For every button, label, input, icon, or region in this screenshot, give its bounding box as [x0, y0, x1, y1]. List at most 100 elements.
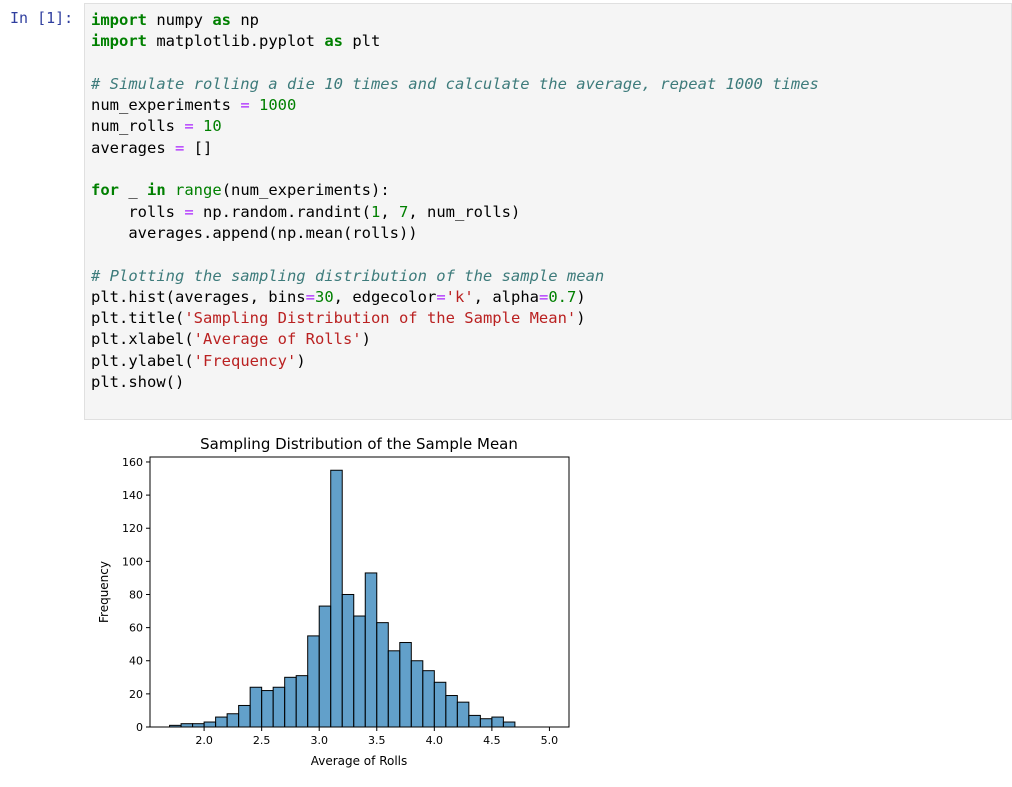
- code-token: 10: [193, 117, 222, 136]
- y-tick-label: 60: [129, 622, 143, 635]
- chart-title: Sampling Distribution of the Sample Mean: [200, 435, 518, 453]
- histogram-bar: [445, 695, 458, 728]
- code-token: =: [184, 202, 194, 221]
- code-token: =: [305, 287, 315, 306]
- code-token: as: [212, 11, 231, 29]
- histogram-bar: [284, 676, 297, 728]
- histogram-bar: [272, 686, 286, 728]
- code-token: as: [324, 32, 343, 51]
- y-tick-label: 0: [136, 721, 143, 734]
- code-cell[interactable]: import numpy as np import matplotlib.pyp…: [84, 3, 1012, 420]
- code-token: num_experiments: [91, 96, 241, 115]
- code-token: []: [184, 138, 213, 157]
- x-tick-label: 3.0: [310, 734, 328, 747]
- histogram-bar: [456, 701, 470, 728]
- x-axis-label: Average of Rolls: [311, 754, 408, 768]
- y-tick-label: 80: [129, 588, 143, 601]
- code-token: matplotlib.pyplot: [147, 32, 325, 51]
- code-token: , num_rolls): [408, 202, 521, 221]
- histogram-bar: [399, 642, 412, 728]
- code-token: rolls: [91, 202, 185, 221]
- code-token: , alpha: [473, 287, 539, 306]
- code-token: in: [147, 181, 166, 200]
- histogram-bar: [364, 572, 378, 728]
- histogram-bar: [261, 690, 274, 728]
- code-token: plt: [342, 32, 381, 51]
- code-token: averages.append(np.mean(rolls)): [91, 223, 418, 242]
- code-editor[interactable]: import numpy as np import matplotlib.pyp…: [91, 10, 819, 393]
- code-token: =: [175, 138, 185, 157]
- code-token: plt.hist(averages, bins: [91, 287, 306, 306]
- histogram-bar: [226, 713, 240, 728]
- histogram-bar: [479, 718, 493, 728]
- cell-output: Sampling Distribution of the Sample Mean…: [90, 428, 590, 783]
- code-token: ): [296, 351, 306, 370]
- code-token: (num_experiments):: [221, 181, 390, 200]
- code-token: plt.ylabel(: [91, 351, 194, 370]
- x-tick-label: 2.5: [253, 734, 271, 747]
- y-ticks: 0 20 40 60 80 100 120 140 160: [122, 456, 150, 734]
- histogram-bar: [203, 721, 217, 728]
- histogram-bar: [341, 593, 355, 728]
- histogram-bar: [491, 716, 504, 728]
- code-token: ): [361, 330, 371, 349]
- histogram-bar: [318, 605, 332, 728]
- y-tick-label: 40: [129, 655, 143, 668]
- code-token: 0.7: [548, 287, 577, 306]
- histogram-bar: [249, 686, 263, 728]
- code-token: plt.xlabel(: [91, 330, 194, 349]
- histogram-bar: [376, 622, 389, 728]
- code-token: =: [240, 96, 250, 115]
- histogram-bar: [387, 650, 401, 728]
- code-token: num_rolls: [91, 117, 185, 136]
- code-token: import: [91, 11, 147, 29]
- cell-prompt: In [1]:: [10, 9, 74, 27]
- histogram-bar: [353, 615, 366, 728]
- code-token: import: [91, 32, 147, 51]
- code-token: for: [91, 181, 119, 200]
- code-comment: # Simulate rolling a die 10 times and ca…: [91, 74, 819, 93]
- x-tick-label: 3.5: [368, 734, 386, 747]
- code-token: range: [175, 181, 222, 200]
- histogram-bar: [468, 714, 481, 728]
- y-tick-label: 140: [122, 489, 143, 502]
- y-axis-label: Frequency: [97, 561, 111, 623]
- x-tick-label: 2.0: [195, 734, 213, 747]
- code-token: =: [436, 287, 446, 306]
- histogram-chart: Sampling Distribution of the Sample Mean…: [97, 435, 570, 768]
- code-token: 1000: [249, 96, 297, 115]
- code-token: plt.show(): [91, 373, 185, 392]
- code-comment: # Plotting the sampling distribution of …: [91, 266, 605, 285]
- code-token: 30: [314, 287, 334, 306]
- code-token: np.random.randint(: [193, 202, 371, 221]
- histogram-bar: [307, 635, 320, 728]
- code-token: 'Average of Rolls': [193, 330, 362, 349]
- x-tick-label: 4.0: [426, 734, 444, 747]
- code-token: plt.title(: [91, 309, 185, 328]
- x-tick-label: 5.0: [541, 734, 559, 747]
- code-token: 1: [370, 202, 381, 221]
- histogram-bar: [330, 469, 343, 728]
- histogram-bar: [422, 670, 435, 728]
- histogram-bar: [238, 704, 251, 728]
- code-token: numpy: [147, 11, 213, 29]
- code-token: 7: [399, 202, 409, 221]
- code-token: ,: [380, 202, 399, 221]
- histogram-bar: [215, 716, 228, 728]
- y-tick-label: 20: [129, 688, 143, 701]
- code-token: 'Frequency': [193, 351, 297, 370]
- code-token: 'Sampling Distribution of the Sample Mea…: [184, 309, 577, 328]
- x-ticks: 2.0 2.5 3.0 3.5 4.0 4.5 5.0: [195, 727, 558, 747]
- x-tick-label: 4.5: [483, 734, 501, 747]
- histogram-bar: [502, 721, 516, 728]
- code-token: =: [184, 117, 194, 136]
- histogram-bar: [433, 681, 447, 728]
- code-token: ): [576, 287, 586, 306]
- code-token: 'k': [445, 287, 474, 306]
- y-tick-label: 120: [122, 522, 143, 535]
- y-tick-label: 160: [122, 456, 143, 469]
- code-token: averages: [91, 138, 175, 157]
- code-token: _: [119, 181, 147, 200]
- bars-group: [169, 469, 516, 728]
